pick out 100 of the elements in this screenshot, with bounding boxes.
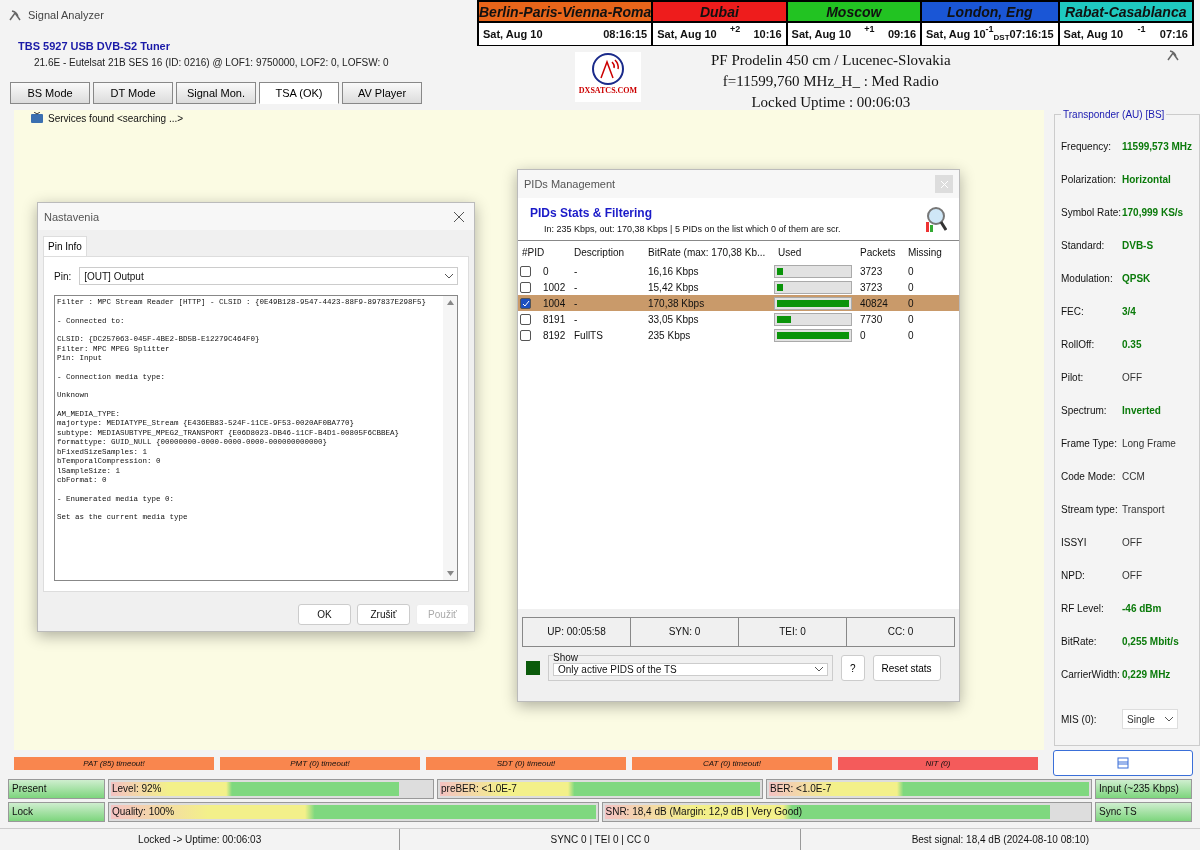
field-label: BitRate: bbox=[1061, 636, 1098, 647]
field-value: 0,255 Mbit/s bbox=[1122, 636, 1179, 647]
field-label: Pilot: bbox=[1061, 372, 1085, 383]
field-label: Stream type: bbox=[1061, 504, 1119, 515]
clock-time: 10:16 bbox=[753, 28, 782, 40]
show-select[interactable]: Only active PIDS of the TS bbox=[553, 663, 828, 676]
clock-city: Rabat-Casablanca bbox=[1059, 2, 1192, 23]
table-cell-text: 170,38 Kbps bbox=[647, 297, 706, 309]
field-value: QPSK bbox=[1122, 273, 1151, 284]
status-text: Best signal: 18,4 dB (2024-08-10 08:10) bbox=[799, 829, 1200, 850]
column-header[interactable]: Description bbox=[570, 246, 625, 258]
dialog-tab[interactable]: Pin Info bbox=[43, 236, 87, 256]
checkbox[interactable] bbox=[520, 281, 531, 293]
clock-city: Berlin-Paris-Vienna-Roma bbox=[479, 2, 652, 23]
window-title: PIDs Management bbox=[524, 178, 616, 190]
tv-icon bbox=[30, 112, 44, 124]
field-label: FEC: bbox=[1061, 306, 1085, 317]
time-offset: -1 bbox=[985, 24, 994, 34]
table-cell-text: 0 bbox=[907, 313, 915, 325]
dialog-button[interactable]: OK bbox=[298, 604, 351, 625]
meter-label: Quality: 100% bbox=[111, 805, 176, 819]
column-header[interactable]: Missing bbox=[904, 246, 942, 258]
time-offset: -1 bbox=[1137, 24, 1146, 34]
meter-label: SNR: 18,4 dB (Margin: 12,9 dB | Very Good) bbox=[604, 805, 804, 819]
clock-date: Sat, Aug 10 bbox=[483, 28, 543, 40]
field-label: RF Level: bbox=[1061, 603, 1105, 614]
status-indicator: Input (~235 Kbps) bbox=[1095, 779, 1192, 799]
checkbox[interactable] bbox=[520, 297, 531, 309]
field-label: Frame Type: bbox=[1061, 438, 1118, 449]
pid-row[interactable]: 1002 - 15,42 Kbps 3723 0 bbox=[518, 279, 959, 295]
field-value: 0,229 MHz bbox=[1122, 669, 1171, 680]
help-button[interactable]: ? bbox=[841, 655, 865, 681]
field-value: 11599,573 MHz bbox=[1122, 141, 1193, 152]
field-value: Long Frame bbox=[1122, 438, 1176, 449]
window-title: Signal Analyzer bbox=[28, 9, 104, 21]
mis-select[interactable]: Single bbox=[1122, 709, 1178, 729]
clock-date: Sat, Aug 10 bbox=[1063, 28, 1124, 40]
field-label: Modulation: bbox=[1061, 273, 1114, 284]
checkbox[interactable] bbox=[520, 313, 531, 325]
column-header[interactable]: Used bbox=[774, 246, 802, 258]
field-label: Standard: bbox=[1061, 240, 1106, 251]
pid-row[interactable]: 1004 - 170,38 Kbps 40824 0 bbox=[518, 295, 959, 311]
checkbox[interactable] bbox=[520, 265, 531, 277]
checkbox[interactable] bbox=[520, 329, 531, 341]
clock-date: Sat, Aug 10 bbox=[791, 28, 852, 40]
info-line: f=11599,760 MHz_H_ : Med Radio bbox=[722, 73, 939, 90]
table-cell-text: 8191 bbox=[542, 313, 566, 325]
meter-label: BER: <1.0E-7 bbox=[769, 782, 833, 796]
clock-time: 07:16 bbox=[1159, 28, 1188, 40]
table-cell-text: 8192 bbox=[542, 329, 566, 341]
scroll-up-icon bbox=[446, 300, 454, 305]
status-square bbox=[526, 661, 540, 675]
clock-time: 09:16 bbox=[887, 28, 916, 40]
logo-text: DXSATCS.COM bbox=[578, 86, 638, 95]
column-header[interactable]: Packets bbox=[856, 246, 896, 258]
pin-select[interactable]: [OUT] Output bbox=[79, 267, 458, 285]
table-cell-text: 3723 bbox=[859, 281, 884, 293]
dialog-title: Nastavenia bbox=[44, 210, 100, 223]
field-value: OFF bbox=[1122, 537, 1142, 548]
close-icon bbox=[454, 211, 464, 222]
clock-time: 08:16:15 bbox=[603, 28, 648, 40]
reset-button[interactable]: Reset stats bbox=[872, 655, 941, 681]
table-cell-text: 3723 bbox=[859, 265, 884, 277]
mode-tab[interactable]: TSA (OK) bbox=[259, 82, 339, 104]
status-text: SYNC 0 | TEI 0 | CC 0 bbox=[399, 829, 800, 850]
table-cell-text: - bbox=[573, 281, 579, 293]
status-indicator: Present bbox=[8, 779, 105, 799]
mode-tab[interactable]: BS Mode bbox=[10, 82, 90, 104]
info-text-area[interactable] bbox=[54, 295, 458, 581]
column-header[interactable]: BitRate (max: 170,38 Kb... bbox=[644, 246, 766, 258]
field-label: Spectrum: bbox=[1061, 405, 1108, 416]
field-value: Transport bbox=[1122, 504, 1165, 515]
field-value: -46 dBm bbox=[1122, 603, 1162, 614]
field-label: Frequency: bbox=[1061, 141, 1113, 152]
window-button[interactable] bbox=[1053, 750, 1193, 776]
field-value: 0.35 bbox=[1122, 339, 1142, 350]
mode-tab[interactable]: DT Mode bbox=[93, 82, 173, 104]
dialog-button[interactable]: Zrušiť bbox=[357, 604, 410, 625]
mode-tab[interactable]: AV Player bbox=[342, 82, 422, 104]
group-title: Show bbox=[553, 652, 578, 663]
pid-row[interactable]: 8191 - 33,05 Kbps 7730 0 bbox=[518, 311, 959, 327]
clock-time: 07:16:15 bbox=[1009, 28, 1054, 40]
pid-row[interactable]: 8192 FullTS 235 Kbps 0 0 bbox=[518, 327, 959, 343]
field-value: 3/4 bbox=[1122, 306, 1136, 317]
column-header[interactable]: #PID bbox=[518, 246, 545, 258]
meter-label: Level: 92% bbox=[111, 782, 163, 796]
field-value: OFF bbox=[1122, 372, 1142, 383]
group-title: Transponder (AU) [BS] bbox=[1061, 109, 1167, 120]
time-offset: +1 bbox=[864, 24, 875, 34]
mode-tab[interactable]: Signal Mon. bbox=[176, 82, 256, 104]
field-value: OFF bbox=[1122, 570, 1142, 581]
field-label: MIS (0): bbox=[1061, 713, 1098, 725]
stat-cell-text: UP: 00:05:58 bbox=[546, 625, 607, 639]
table-cell-text: - bbox=[573, 313, 579, 325]
tree-item[interactable]: Services found <searching ...> bbox=[48, 112, 184, 124]
clock-date: Sat, Aug 10 bbox=[926, 28, 986, 40]
pid-row[interactable]: 0 - 16,16 Kbps 3723 0 bbox=[518, 263, 959, 279]
field-value: DVB-S bbox=[1122, 240, 1154, 251]
table-status: SDT (0) timeout! bbox=[426, 756, 626, 770]
clock-city: Moscow bbox=[787, 2, 920, 23]
